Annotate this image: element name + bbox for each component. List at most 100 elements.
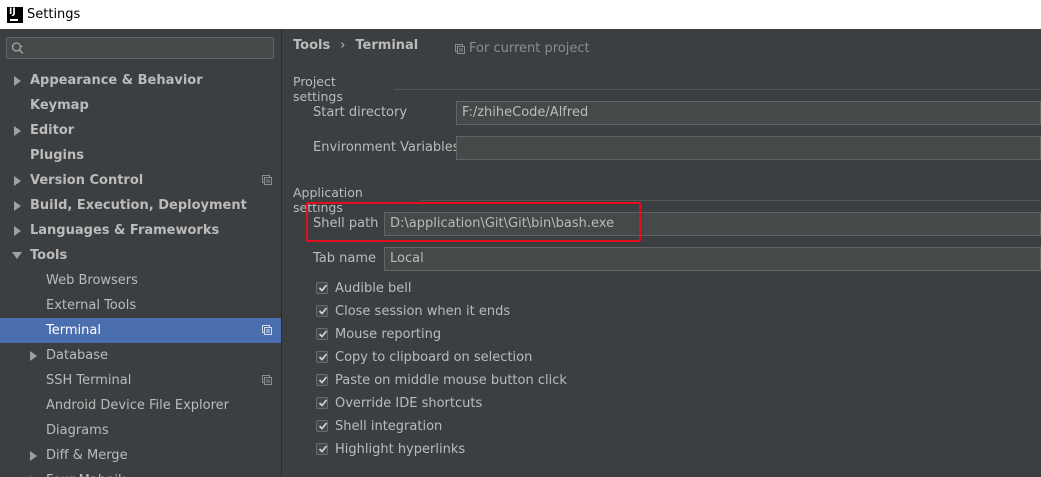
- tab-name-value: Local: [390, 251, 424, 266]
- start-directory-field[interactable]: F:/zhiheCode/Alfred: [456, 101, 1041, 125]
- chevron-right-icon[interactable]: [12, 118, 22, 143]
- sidebar-item-database[interactable]: Database: [0, 343, 282, 368]
- sidebar-item-label: Terminal: [46, 318, 101, 343]
- chevron-right-icon[interactable]: [12, 68, 22, 93]
- environment-variables-field[interactable]: [456, 136, 1041, 160]
- checkbox-box[interactable]: [316, 420, 328, 432]
- chevron-right-icon[interactable]: [28, 343, 38, 368]
- project-settings-section: Project settings: [293, 74, 1041, 104]
- sidebar-item-tools[interactable]: Tools: [0, 243, 282, 268]
- breadcrumb-terminal: Terminal: [355, 38, 418, 53]
- chevron-right-icon[interactable]: [12, 218, 22, 243]
- checkbox-box[interactable]: [316, 397, 328, 409]
- checkbox-label: Paste on middle mouse button click: [335, 373, 567, 388]
- settings-search-input[interactable]: [6, 37, 274, 59]
- sidebar-item-label: SSH Terminal: [46, 368, 131, 393]
- tab-name-label: Tab name: [313, 251, 376, 266]
- sidebar-item-diagrams[interactable]: Diagrams: [0, 418, 282, 443]
- checkbox-audible-bell[interactable]: Audible bell: [316, 278, 411, 298]
- checkbox-mouse-reporting[interactable]: Mouse reporting: [316, 324, 441, 344]
- sidebar-item-languages-frameworks[interactable]: Languages & Frameworks: [0, 218, 282, 243]
- start-directory-value: F:/zhiheCode/Alfred: [462, 105, 588, 120]
- shell-path-highlight-box: [306, 202, 641, 242]
- checkbox-box[interactable]: [316, 305, 328, 317]
- sidebar-item-label: Tools: [30, 243, 67, 268]
- project-scope-icon: [262, 175, 272, 185]
- sidebar-item-label: Android Device File Explorer: [46, 393, 229, 418]
- window-title: Settings: [27, 7, 80, 22]
- breadcrumb: Tools › Terminal: [293, 38, 418, 53]
- checkbox-copy-to-clipboard-on-selection[interactable]: Copy to clipboard on selection: [316, 347, 532, 367]
- sidebar-item-label: Diagrams: [46, 418, 109, 443]
- sidebar-item-editor[interactable]: Editor: [0, 118, 282, 143]
- checkbox-shell-integration[interactable]: Shell integration: [316, 416, 442, 436]
- sidebar-item-label: Four Mahnik: [46, 468, 126, 477]
- checkbox-highlight-hyperlinks[interactable]: Highlight hyperlinks: [316, 439, 465, 459]
- sidebar-item-keymap[interactable]: Keymap: [0, 93, 282, 118]
- checkbox-paste-on-middle-mouse-button-click[interactable]: Paste on middle mouse button click: [316, 370, 567, 390]
- checkbox-override-ide-shortcuts[interactable]: Override IDE shortcuts: [316, 393, 482, 413]
- sidebar-item-ssh-terminal[interactable]: SSH Terminal: [0, 368, 282, 393]
- chevron-right-icon[interactable]: [28, 468, 38, 477]
- environment-variables-label: Environment Variables: [313, 140, 460, 155]
- sidebar-item-label: Plugins: [30, 143, 84, 168]
- breadcrumb-separator: ›: [340, 38, 345, 53]
- checkbox-label: Copy to clipboard on selection: [335, 350, 532, 365]
- chevron-right-icon[interactable]: [28, 443, 38, 468]
- checkbox-box[interactable]: [316, 374, 328, 386]
- checkbox-box[interactable]: [316, 282, 328, 294]
- section-divider: [394, 89, 1041, 90]
- scope-indicator: For current project: [455, 41, 590, 56]
- checkbox-box[interactable]: [316, 443, 328, 455]
- settings-tree: Appearance & BehaviorKeymapEditorPlugins…: [0, 68, 282, 477]
- sidebar-item-label: Build, Execution, Deployment: [30, 193, 247, 218]
- checkmark-icon: [317, 328, 329, 340]
- tab-name-field[interactable]: Local: [384, 247, 1041, 271]
- sidebar-item-label: Appearance & Behavior: [30, 68, 203, 93]
- checkmark-icon: [317, 397, 329, 409]
- sidebar-item-label: Editor: [30, 118, 74, 143]
- checkbox-box[interactable]: [316, 351, 328, 363]
- sidebar-item-appearance-behavior[interactable]: Appearance & Behavior: [0, 68, 282, 93]
- sidebar-item-label: Diff & Merge: [46, 443, 128, 468]
- start-directory-label: Start directory: [313, 105, 407, 120]
- checkmark-icon: [317, 305, 329, 317]
- sidebar-item-terminal[interactable]: Terminal: [0, 318, 282, 343]
- terminal-settings-panel: Tools › Terminal For current project Pro…: [283, 29, 1041, 477]
- checkbox-label: Audible bell: [335, 281, 411, 296]
- project-settings-title: Project settings: [293, 74, 388, 104]
- chevron-right-icon[interactable]: [12, 168, 22, 193]
- sidebar-item-web-browsers[interactable]: Web Browsers: [0, 268, 282, 293]
- sidebar-item-build-execution-deployment[interactable]: Build, Execution, Deployment: [0, 193, 282, 218]
- sidebar-item-label: Version Control: [30, 168, 143, 193]
- scope-label: For current project: [469, 41, 590, 56]
- sidebar-item-four-mahnik[interactable]: Four Mahnik: [0, 468, 282, 477]
- chevron-right-icon[interactable]: [12, 193, 22, 218]
- search-icon: [11, 41, 25, 55]
- project-scope-icon: [455, 44, 465, 54]
- sidebar-item-label: Languages & Frameworks: [30, 218, 219, 243]
- app-logo-icon: IJ: [7, 7, 23, 23]
- sidebar-item-label: Keymap: [30, 93, 89, 118]
- chevron-down-icon[interactable]: [12, 243, 22, 268]
- checkmark-icon: [317, 282, 329, 294]
- sidebar-item-diff-merge[interactable]: Diff & Merge: [0, 443, 282, 468]
- checkmark-icon: [317, 374, 329, 386]
- sidebar-item-label: Database: [46, 343, 108, 368]
- sidebar-item-plugins[interactable]: Plugins: [0, 143, 282, 168]
- checkbox-label: Shell integration: [335, 419, 442, 434]
- sidebar-item-external-tools[interactable]: External Tools: [0, 293, 282, 318]
- breadcrumb-tools[interactable]: Tools: [293, 38, 330, 53]
- settings-sidebar: Appearance & BehaviorKeymapEditorPlugins…: [0, 29, 282, 477]
- sidebar-item-version-control[interactable]: Version Control: [0, 168, 282, 193]
- checkbox-label: Override IDE shortcuts: [335, 396, 482, 411]
- checkbox-close-session-when-it-ends[interactable]: Close session when it ends: [316, 301, 510, 321]
- checkbox-label: Mouse reporting: [335, 327, 441, 342]
- checkmark-icon: [317, 420, 329, 432]
- project-scope-icon: [262, 325, 272, 335]
- checkbox-box[interactable]: [316, 328, 328, 340]
- project-scope-icon: [262, 375, 272, 385]
- sidebar-item-android-device-file-explorer[interactable]: Android Device File Explorer: [0, 393, 282, 418]
- section-divider: [420, 200, 1041, 201]
- checkmark-icon: [317, 351, 329, 363]
